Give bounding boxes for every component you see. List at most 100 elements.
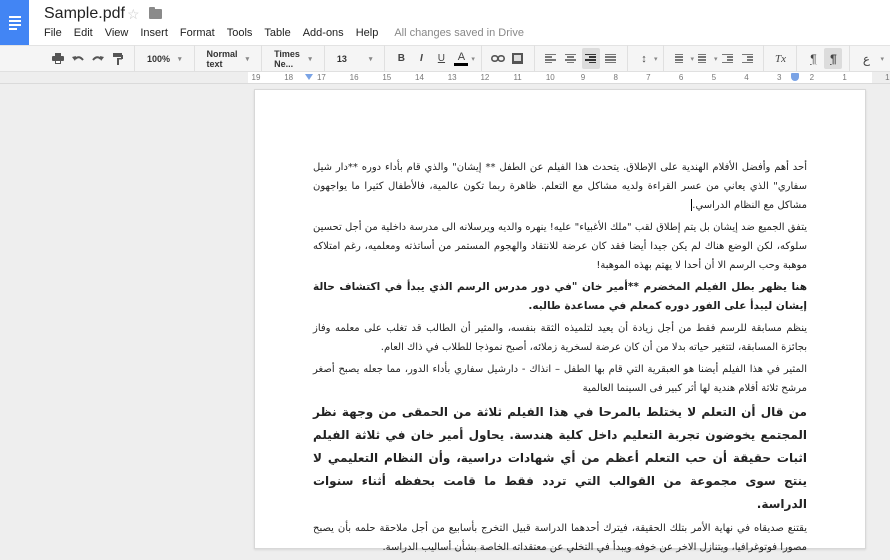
numbered-list-icon [674,53,686,64]
font-value: Times Ne... [274,48,300,69]
menu-insert[interactable]: Insert [134,27,174,39]
toolbar: 100% ▾ Normal text ▾ Times Ne... ▾ 13 ▾ B I … [0,45,890,72]
document-body[interactable]: أحد أهم وأفضل الأفلام الهندية على الإطلا… [313,158,807,560]
ltr-button[interactable]: ¶ [804,48,822,69]
ruler[interactable]: 19181716151413121110987654321123 [0,72,890,84]
paragraph: ينظم مسابقة للرسم فقط من أجل زيادة أن يع… [313,323,807,353]
chevron-down-icon[interactable]: ▾ [471,55,475,63]
numbered-list-button[interactable] [671,48,689,69]
ruler-tick-label: 17 [316,73,326,82]
text-color-button[interactable]: A [452,48,470,69]
menu-bar: File Edit View Insert Format Tools Table… [38,27,524,39]
chevron-down-icon: ▾ [245,55,250,63]
undo-button[interactable] [69,48,87,69]
star-icon[interactable]: ☆ [127,6,140,23]
scrollbar[interactable] [884,85,890,537]
menu-edit[interactable]: Edit [68,27,99,39]
arabic-input-icon: ع [862,51,871,66]
left-indent-marker[interactable] [305,74,313,80]
style-group: Normal text ▾ [195,45,263,72]
ruler-tick-label: 18 [284,73,294,82]
ruler-tick-label: 5 [711,73,717,82]
bulleted-list-button[interactable] [695,48,713,69]
alignment-group [535,45,628,72]
rtl-button[interactable]: ¶ [824,48,843,69]
clear-format-group: Tx [764,45,798,72]
ruler-tick-label: 1 [885,73,890,82]
line-spacing-icon: ↕ [641,52,647,65]
align-justify-button[interactable] [602,48,620,69]
ruler-tick-label: 14 [415,73,424,82]
menu-view[interactable]: View [99,27,135,39]
ruler-tick-label: 1 [842,73,847,82]
clear-formatting-button[interactable]: Tx [771,48,789,69]
chevron-down-icon: ▾ [308,55,312,63]
bold-button[interactable]: B [392,48,410,69]
ruler-tick-label: 12 [480,73,490,82]
menu-addons[interactable]: Add-ons [297,27,350,39]
menu-tools[interactable]: Tools [221,27,259,39]
menu-format[interactable]: Format [174,27,221,39]
ruler-tick-label: 3 [776,73,782,82]
chevron-down-icon[interactable]: ▾ [654,55,658,63]
paragraph-style-select[interactable]: Normal text ▾ [201,48,256,69]
italic-button[interactable]: I [412,48,430,69]
font-size-select[interactable]: 13 ▾ [331,48,379,69]
paragraph: هنا يظهر بطل الفيلم المخضرم **أمير خان "… [313,281,807,312]
redo-button[interactable] [89,48,107,69]
input-tools-button[interactable]: ع [857,48,875,69]
ruler-tick-label: 4 [744,73,749,82]
clear-formatting-icon: Tx [774,52,786,65]
align-left-icon [545,53,557,64]
paint-format-icon [113,52,123,65]
font-group: Times Ne... ▾ [262,45,325,72]
ruler-tick-label: 19 [251,73,261,82]
underline-button[interactable]: U [432,48,450,69]
align-right-icon [585,53,597,64]
chevron-down-icon[interactable]: ▾ [714,55,718,63]
document-page[interactable]: أحد أهم وأفضل الأفلام الهندية على الإطلا… [254,89,866,553]
chevron-down-icon[interactable]: ▾ [880,55,884,63]
menu-help[interactable]: Help [350,27,385,39]
insert-comment-button[interactable] [509,48,527,69]
ruler-tick-label: 10 [545,73,555,82]
ruler-tick-label: 13 [447,73,457,82]
docs-icon[interactable] [0,0,29,45]
align-right-button[interactable] [581,48,600,69]
paragraph-style-value: Normal text [206,48,238,69]
chevron-down-icon[interactable]: ▾ [690,55,694,63]
redo-icon [92,55,104,61]
font-size-value: 13 [336,53,347,64]
paint-format-button[interactable] [109,48,127,69]
line-spacing-button[interactable]: ↕ [635,48,653,69]
align-left-button[interactable] [542,48,560,69]
ruler-tick-label: 7 [646,73,651,82]
align-center-icon [565,53,577,64]
direction-group: ¶ ¶ [797,45,851,72]
link-icon [490,55,505,62]
menu-file[interactable]: File [38,27,68,39]
chevron-down-icon: ▾ [178,55,182,63]
decrease-indent-button[interactable] [718,48,736,69]
ltr-paragraph-icon: ¶ [810,51,817,66]
list-group: ▾ ▾ [664,45,765,72]
chevron-down-icon: ▾ [368,55,373,63]
align-justify-icon [605,53,617,64]
input-tools-group: ع ▾ [850,45,890,72]
right-indent-marker[interactable] [791,73,799,81]
font-select[interactable]: Times Ne... ▾ [268,48,318,69]
insert-link-button[interactable] [489,48,507,69]
align-center-button[interactable] [562,48,580,69]
text-color-icon: A [457,50,466,63]
paragraph: أحد أهم وأفضل الأفلام الهندية على الإطلا… [313,158,807,215]
zoom-select[interactable]: 100% ▾ [141,48,188,69]
folder-icon[interactable] [149,7,162,19]
document-title[interactable]: Sample.pdf [44,5,125,23]
ruler-tick-label: 9 [580,73,586,82]
ruler-tick-label: 2 [809,73,815,82]
print-icon [52,53,64,64]
increase-indent-button[interactable] [738,48,756,69]
save-status[interactable]: All changes saved in Drive [394,27,524,39]
print-button[interactable] [49,48,67,69]
menu-table[interactable]: Table [258,27,296,39]
